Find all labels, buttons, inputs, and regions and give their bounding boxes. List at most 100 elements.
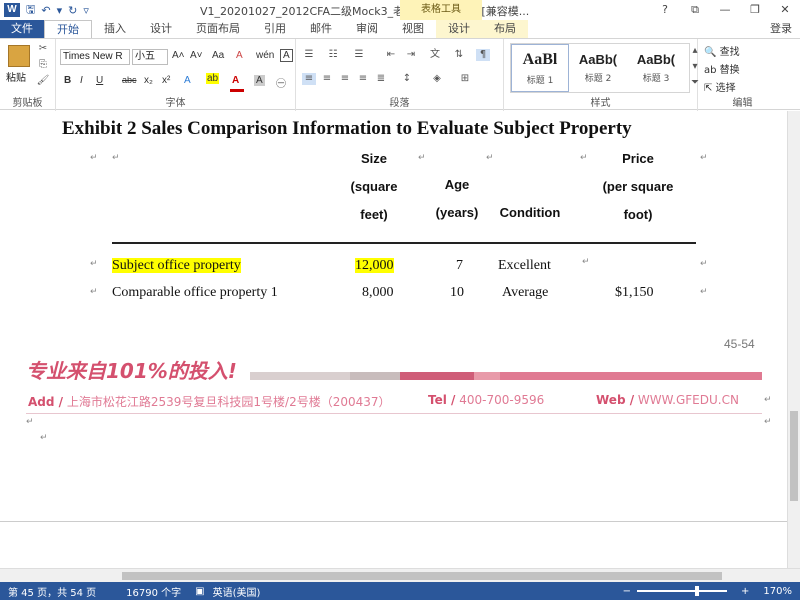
ribbon-display-button[interactable]: ⧉: [680, 0, 710, 20]
table-cell-property[interactable]: Subject office property: [112, 258, 241, 274]
cut-icon[interactable]: ✂: [36, 43, 50, 55]
tab-view[interactable]: 视图: [390, 20, 436, 38]
language[interactable]: 英语(美国): [213, 584, 261, 599]
chevron-down-icon[interactable]: ▾: [57, 4, 63, 17]
horizontal-scrollbar[interactable]: [0, 568, 800, 582]
subscript-button[interactable]: x₂: [144, 75, 153, 86]
table-cell-age[interactable]: 10: [450, 285, 464, 301]
word-app-icon[interactable]: W: [4, 3, 20, 17]
align-center-icon[interactable]: ≡: [320, 73, 334, 85]
table-cell-price[interactable]: $1,150: [615, 285, 654, 301]
underline-button[interactable]: U: [96, 75, 103, 86]
zoom-level[interactable]: 170%: [763, 586, 792, 597]
align-right-icon[interactable]: ≡: [338, 73, 352, 85]
distributed-icon[interactable]: ≣: [374, 73, 388, 85]
pinyin-guide-icon[interactable]: wén: [256, 50, 274, 61]
borders-icon[interactable]: ⊞: [458, 73, 472, 85]
paste-icon[interactable]: [8, 45, 30, 67]
zoom-slider-knob[interactable]: [695, 586, 700, 596]
header-condition: Condition: [499, 205, 561, 220]
highlighted-text: 12,000: [355, 258, 394, 273]
enclose-characters-icon[interactable]: ㊀: [276, 75, 286, 90]
style-heading-3[interactable]: AaBb( 标题 3: [627, 44, 685, 92]
zoom-out-button[interactable]: −: [623, 586, 631, 597]
format-painter-icon[interactable]: 🖌: [36, 75, 50, 87]
paste-button-label[interactable]: 粘贴: [6, 69, 26, 84]
replace-button[interactable]: ab 替换: [704, 61, 740, 76]
font-color-button[interactable]: A: [232, 75, 239, 86]
clear-formatting-icon[interactable]: A: [236, 50, 243, 61]
minimize-button[interactable]: —: [710, 0, 740, 20]
bold-button[interactable]: B: [64, 75, 71, 86]
vertical-scrollbar[interactable]: [787, 111, 800, 568]
style-heading-2[interactable]: AaBb( 标题 2: [569, 44, 627, 92]
show-marks-icon[interactable]: ¶: [476, 49, 490, 61]
decrease-indent-icon[interactable]: ⇤: [384, 49, 398, 61]
tab-table-design[interactable]: 设计: [436, 20, 482, 38]
close-button[interactable]: ✕: [770, 0, 800, 20]
footer-bar-segment: [474, 372, 500, 380]
find-button[interactable]: 🔍 查找: [704, 43, 740, 58]
grow-font-icon[interactable]: A˄: [172, 50, 185, 61]
line-spacing-icon[interactable]: ↕: [400, 73, 414, 85]
tab-insert[interactable]: 插入: [92, 20, 138, 38]
character-border-icon[interactable]: A: [280, 49, 293, 62]
align-left-icon[interactable]: ≡: [302, 73, 316, 85]
zoom-in-button[interactable]: +: [741, 586, 749, 597]
customize-qat-icon[interactable]: ▿: [83, 4, 89, 17]
undo-icon[interactable]: ↶: [41, 4, 50, 17]
word-count[interactable]: 16790 个字: [126, 584, 181, 599]
copy-icon[interactable]: ⎘: [36, 59, 50, 71]
highlight-color-button[interactable]: ab: [206, 73, 220, 84]
tab-review[interactable]: 审阅: [344, 20, 390, 38]
tab-mailings[interactable]: 邮件: [298, 20, 344, 38]
chinese-layout-icon[interactable]: 文: [428, 49, 442, 61]
zoom-slider[interactable]: [637, 586, 728, 596]
maximize-button[interactable]: ❐: [740, 0, 770, 20]
clipboard-group-label: 剪贴板: [12, 98, 43, 109]
change-case-button[interactable]: Aa: [212, 50, 224, 61]
table-cell-condition[interactable]: Average: [502, 285, 548, 301]
paragraph-group-label: 段落: [389, 98, 410, 109]
tab-table-layout[interactable]: 布局: [482, 20, 528, 38]
tab-page-layout[interactable]: 页面布局: [184, 20, 252, 38]
table-cell-condition[interactable]: Excellent: [498, 258, 551, 274]
font-name-combo[interactable]: Times New R: [60, 49, 130, 65]
style-heading-1[interactable]: AaBl 标题 1: [511, 44, 569, 92]
italic-button[interactable]: I: [80, 75, 83, 86]
table-cell-age[interactable]: 7: [456, 258, 463, 274]
replace-label: 替换: [719, 65, 740, 76]
multilevel-list-icon[interactable]: ☰: [352, 49, 366, 61]
increase-indent-icon[interactable]: ⇥: [404, 49, 418, 61]
justify-icon[interactable]: ≡: [356, 73, 370, 85]
document-canvas[interactable]: Exhibit 2 Sales Comparison Information t…: [0, 111, 787, 568]
text-effects-icon[interactable]: A: [184, 75, 191, 86]
scrollbar-thumb[interactable]: [790, 411, 798, 501]
tab-design[interactable]: 设计: [138, 20, 184, 38]
save-icon[interactable]: 🖫: [26, 1, 35, 20]
cell-end-mark: ↵: [418, 153, 426, 163]
tab-references[interactable]: 引用: [252, 20, 298, 38]
page-count[interactable]: 第 45 页，共 54 页: [8, 584, 96, 599]
shading-icon[interactable]: ◈: [430, 73, 444, 85]
strikethrough-button[interactable]: abc: [122, 75, 137, 85]
style-preview: AaBl: [522, 51, 558, 68]
superscript-button[interactable]: x²: [162, 75, 170, 86]
login-link[interactable]: 登录: [770, 20, 800, 38]
sort-icon[interactable]: ⇅: [452, 49, 466, 61]
table-cell-size[interactable]: 12,000: [355, 258, 394, 274]
bullets-icon[interactable]: ☰: [302, 49, 316, 61]
table-cell-property[interactable]: Comparable office property 1: [112, 285, 278, 301]
font-size-combo[interactable]: 小五: [132, 49, 168, 65]
select-button[interactable]: ⇱ 选择: [704, 79, 736, 94]
numbering-icon[interactable]: ☷: [326, 49, 340, 61]
tab-home[interactable]: 开始: [44, 20, 92, 38]
redo-icon[interactable]: ↻: [68, 4, 77, 17]
shrink-font-icon[interactable]: A˅: [190, 50, 203, 61]
scrollbar-thumb[interactable]: [122, 572, 722, 580]
proofing-icon[interactable]: ▣: [195, 586, 204, 597]
help-button[interactable]: ?: [650, 0, 680, 20]
table-cell-size[interactable]: 8,000: [362, 285, 394, 301]
character-shading-icon[interactable]: A: [254, 75, 265, 86]
tab-file[interactable]: 文件: [0, 20, 44, 38]
